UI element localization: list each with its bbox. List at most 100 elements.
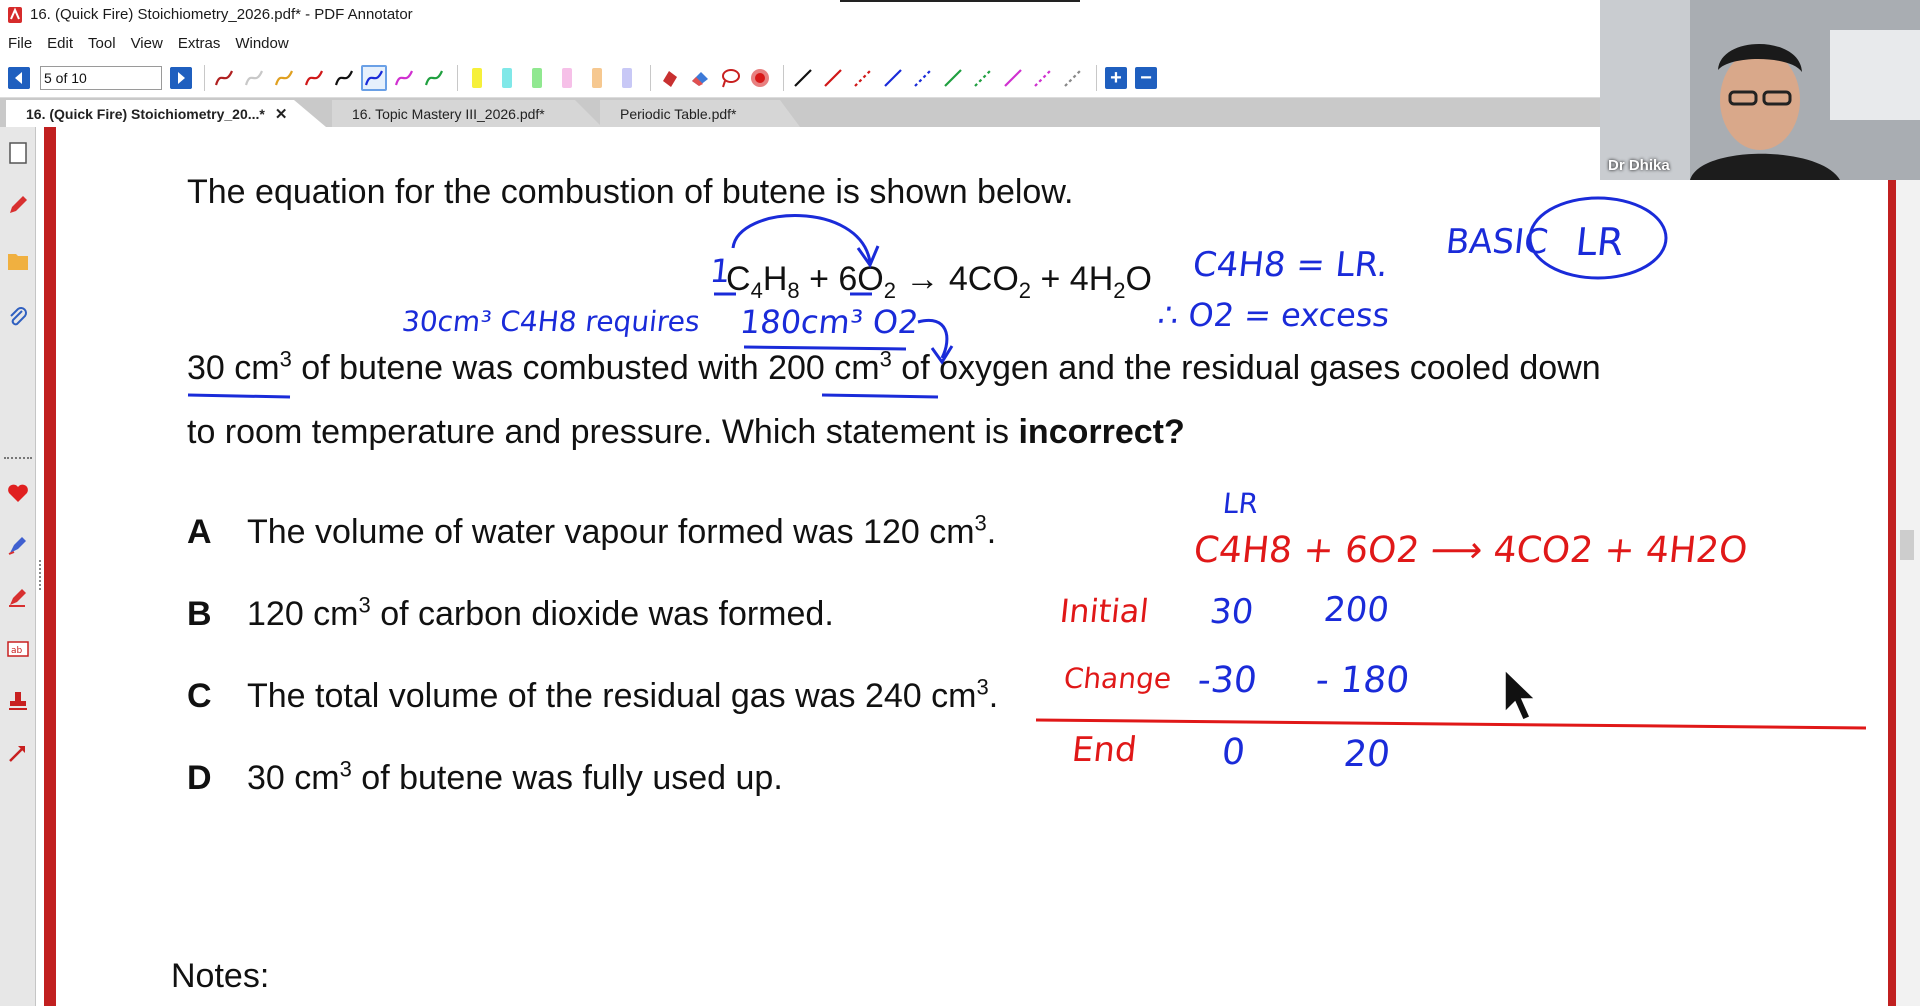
ink-end-o2: 20 [1341,734,1392,775]
pen-tool-button[interactable] [211,65,237,91]
line-tool-button[interactable] [1000,65,1026,91]
close-tab-icon[interactable]: ✕ [275,105,288,123]
line-stroke-icon [974,68,992,87]
heart-icon [8,484,28,502]
line-tool-button[interactable] [820,65,846,91]
ink-change-c4h8: -30 [1195,660,1259,701]
highlighter-swatch-icon [472,67,482,88]
pen-tool-button[interactable] [241,65,267,91]
highlighter-tool-button[interactable] [524,65,550,91]
blank-page-button[interactable] [4,139,32,167]
highlighter-tool-button[interactable] [494,65,520,91]
line-tool-button[interactable] [940,65,966,91]
combustion-equation: C4H8 + 6O2 → 4CO2 + 4H2O [726,260,1152,303]
scrollbar-thumb[interactable] [1900,530,1914,560]
eraser-tool-button[interactable] [687,65,713,91]
line-tool-button[interactable] [1060,65,1086,91]
line-tool-button[interactable] [880,65,906,91]
vertical-scrollbar[interactable] [1888,127,1920,1006]
tab-periodic-table[interactable]: Periodic Table.pdf* [600,100,800,127]
sidebar-resize-grip[interactable] [39,560,43,590]
menu-file[interactable]: File [8,35,32,52]
sidebar-marker-button[interactable] [4,531,32,559]
pen-tool-button[interactable] [361,64,387,91]
sidebar-pen-button[interactable] [4,191,32,219]
pen-tool-button[interactable] [421,65,447,91]
sidebar-stamp-button[interactable] [4,687,32,715]
ink-end-c4h8: 0 [1219,732,1248,773]
line-tool-button[interactable] [1030,65,1056,91]
line-tool-button[interactable] [790,65,816,91]
highlighter-tools [464,65,644,91]
line-stroke-icon [914,68,932,87]
sidebar-text-button[interactable]: ab [4,635,32,663]
line-tool-button[interactable] [970,65,996,91]
paperclip-icon [10,307,27,326]
line-stroke-icon [1004,68,1022,87]
sidebar-highlight-button[interactable] [4,583,32,611]
option-d-letter[interactable]: D [187,759,212,798]
menu-extras[interactable]: Extras [178,35,221,52]
ink-change-o2: - 180 [1313,660,1412,701]
blank-page-icon [9,142,27,164]
sidebar-divider [4,457,32,461]
option-d-text[interactable]: 30 cm3 of butene was fully used up. [247,758,783,798]
option-a-text[interactable]: The volume of water vapour formed was 12… [247,512,996,552]
line-tool-button[interactable] [910,65,936,91]
text-box-icon: ab [7,641,29,657]
pen-stroke-icon [424,70,444,85]
menu-tool[interactable]: Tool [88,35,116,52]
tab-stoichiometry[interactable]: 16. (Quick Fire) Stoichiometry_20...* ✕ [6,100,326,127]
question-intro: The equation for the combustion of buten… [187,173,1074,211]
option-a-letter[interactable]: A [187,513,212,552]
highlighter-tool-button[interactable] [554,65,580,91]
sidebar-folder-button[interactable] [4,247,32,275]
sidebar-favorites-button[interactable] [4,479,32,507]
pen-tool-button[interactable] [271,65,297,91]
zoom-out-button[interactable]: − [1133,65,1159,91]
title-bar: 16. (Quick Fire) Stoichiometry_2026.pdf*… [0,0,1600,29]
menu-view[interactable]: View [131,35,163,52]
line-tool-button[interactable] [850,65,876,91]
laser-pointer-icon [751,68,769,87]
pointer-tool-button[interactable] [747,65,773,91]
line-tools [790,65,1090,91]
tab-topic-mastery[interactable]: 16. Topic Mastery III_2026.pdf* [332,100,602,127]
menu-window[interactable]: Window [235,35,288,52]
stamp-tool-button[interactable] [657,65,683,91]
pen-stroke-icon [334,70,354,85]
option-c-letter[interactable]: C [187,677,212,716]
lasso-tool-button[interactable] [717,65,743,91]
ink-one: 1 [708,252,733,290]
ink-row-initial-label: Initial [1058,592,1151,630]
menu-edit[interactable]: Edit [47,35,73,52]
previous-page-button[interactable] [6,65,32,91]
left-tool-sidebar: ab [0,127,36,1006]
page-number-input[interactable] [40,65,162,90]
pen-stroke-icon [304,70,324,85]
toolbar-separator [1096,64,1097,91]
line-stroke-icon [1034,68,1052,87]
highlighter-icon [9,589,26,607]
highlighter-swatch-icon [562,67,572,88]
ink-o2-needed: 180cm³ O2 [738,303,921,341]
highlighter-swatch-icon [532,67,542,88]
ink-lr-circled: LR [1573,220,1626,264]
pen-tool-button[interactable] [391,65,417,91]
eraser-icon [692,71,708,86]
pen-tool-button[interactable] [331,65,357,91]
toolbar-separator [204,64,205,91]
highlighter-tool-button[interactable] [614,65,640,91]
pen-tool-button[interactable] [301,65,327,91]
sidebar-attachment-button[interactable] [4,303,32,331]
next-page-button[interactable] [168,65,194,91]
sidebar-arrow-button[interactable] [4,739,32,767]
title-accent-line [840,0,1080,2]
highlighter-tool-button[interactable] [584,65,610,91]
option-c-text[interactable]: The total volume of the residual gas was… [247,676,998,716]
zoom-in-button[interactable]: + [1103,65,1129,91]
option-b-letter[interactable]: B [187,595,212,634]
option-b-text[interactable]: 120 cm3 of carbon dioxide was formed. [247,594,834,634]
highlighter-tool-button[interactable] [464,65,490,91]
arrow-icon [9,746,25,762]
